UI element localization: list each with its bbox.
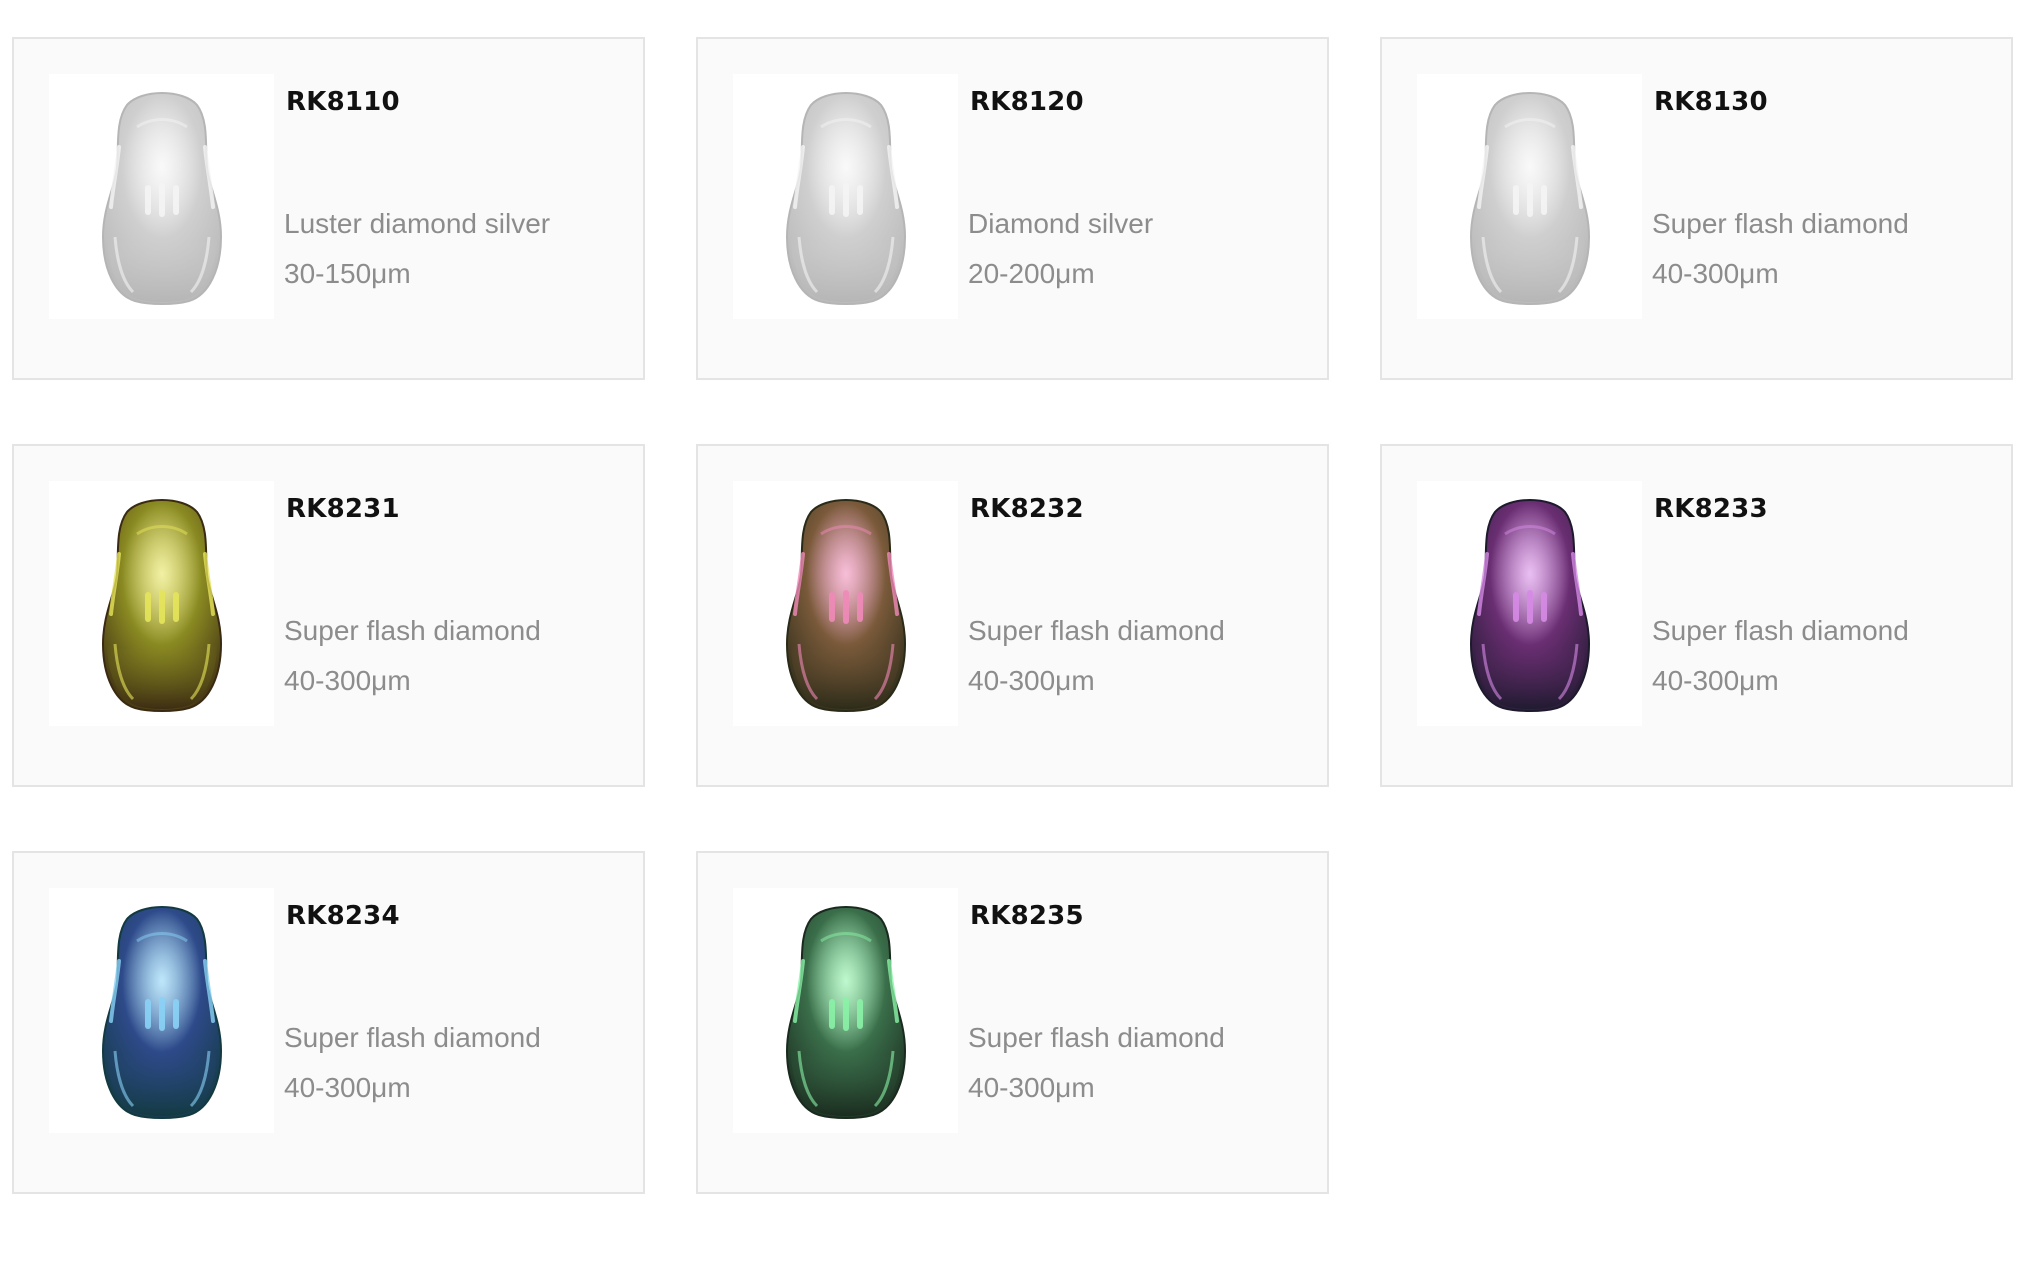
- particle-size: 40-300μm: [284, 665, 411, 696]
- car-swatch-image: [733, 481, 958, 726]
- car-swatch-image: [49, 74, 274, 319]
- car-swatch-image: [49, 888, 274, 1133]
- product-card[interactable]: RK8120 Diamond silver 20-200μm: [696, 37, 1329, 380]
- product-name: Diamond silver: [968, 208, 1154, 239]
- product-description: Super flash diamond 40-300μm: [284, 606, 541, 706]
- product-card[interactable]: RK8235 Super flash diamond 40-300μm: [696, 851, 1329, 1194]
- product-code[interactable]: RK8110: [286, 87, 400, 117]
- product-name: Luster diamond silver: [284, 208, 551, 239]
- product-name: Super flash diamond: [968, 1022, 1225, 1053]
- car-swatch-image: [1417, 481, 1642, 726]
- particle-size: 30-150μm: [284, 258, 411, 289]
- product-card[interactable]: RK8130 Super flash diamond 40-300μm: [1380, 37, 2013, 380]
- particle-size: 40-300μm: [1652, 665, 1779, 696]
- product-code[interactable]: RK8234: [286, 901, 400, 931]
- product-description: Super flash diamond 40-300μm: [284, 1013, 541, 1113]
- product-name: Super flash diamond: [1652, 208, 1909, 239]
- product-card[interactable]: RK8110 Luster diamond silver 30-150μm: [12, 37, 645, 380]
- car-swatch-image: [1417, 74, 1642, 319]
- product-description: Super flash diamond 40-300μm: [968, 606, 1225, 706]
- product-name: Super flash diamond: [284, 615, 541, 646]
- product-code[interactable]: RK8120: [970, 87, 1084, 117]
- product-grid: RK8110 Luster diamond silver 30-150μm RK812…: [12, 37, 2013, 1194]
- product-card[interactable]: RK8231 Super flash diamond 40-300μm: [12, 444, 645, 787]
- product-card[interactable]: RK8234 Super flash diamond 40-300μm: [12, 851, 645, 1194]
- product-name: Super flash diamond: [284, 1022, 541, 1053]
- product-card[interactable]: RK8232 Super flash diamond 40-300μm: [696, 444, 1329, 787]
- car-swatch-image: [49, 481, 274, 726]
- product-code[interactable]: RK8235: [970, 901, 1084, 931]
- particle-size: 40-300μm: [968, 1072, 1095, 1103]
- product-code[interactable]: RK8232: [970, 494, 1084, 524]
- product-description: Super flash diamond 40-300μm: [1652, 199, 1909, 299]
- car-swatch-image: [733, 888, 958, 1133]
- product-description: Super flash diamond 40-300μm: [968, 1013, 1225, 1113]
- product-code[interactable]: RK8130: [1654, 87, 1768, 117]
- product-code[interactable]: RK8231: [286, 494, 400, 524]
- product-name: Super flash diamond: [1652, 615, 1909, 646]
- particle-size: 40-300μm: [284, 1072, 411, 1103]
- particle-size: 40-300μm: [968, 665, 1095, 696]
- product-description: Diamond silver 20-200μm: [968, 199, 1153, 299]
- product-card[interactable]: RK8233 Super flash diamond 40-300μm: [1380, 444, 2013, 787]
- product-description: Luster diamond silver 30-150μm: [284, 199, 550, 299]
- particle-size: 20-200μm: [968, 258, 1095, 289]
- car-swatch-image: [733, 74, 958, 319]
- particle-size: 40-300μm: [1652, 258, 1779, 289]
- product-code[interactable]: RK8233: [1654, 494, 1768, 524]
- product-description: Super flash diamond 40-300μm: [1652, 606, 1909, 706]
- product-name: Super flash diamond: [968, 615, 1225, 646]
